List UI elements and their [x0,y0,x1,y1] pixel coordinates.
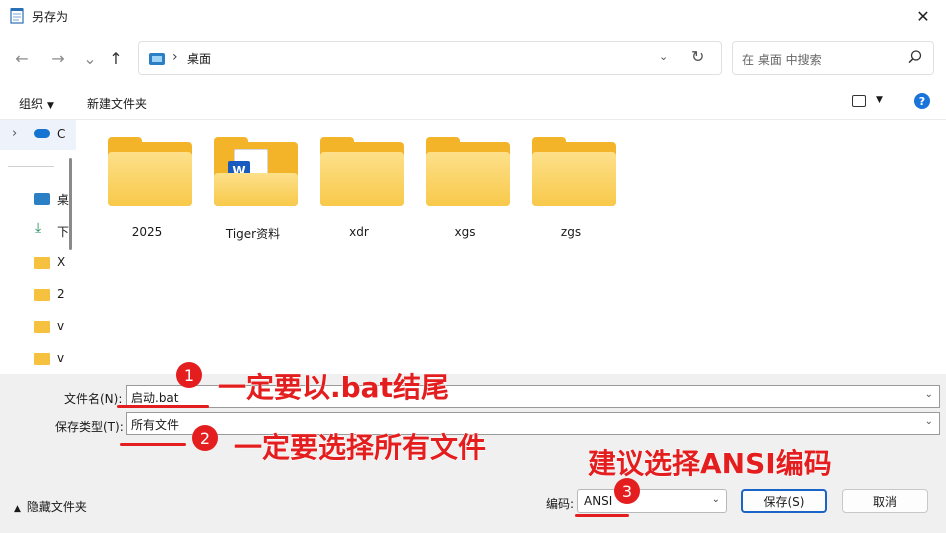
filetype-value: 所有文件 [131,418,180,432]
up-button[interactable]: ↑ [104,46,128,70]
filetype-label: 保存类型(T): [55,420,124,434]
caret-down-icon: ▼ [47,101,54,111]
search-icon [908,50,922,64]
chevron-down-icon[interactable]: ⌄ [925,416,933,427]
hide-folders-button[interactable]: ▲ 隐藏文件夹 [14,498,87,515]
recent-locations-button[interactable]: ⌄ [78,46,102,70]
close-icon: ✕ [916,6,930,26]
command-toolbar: 组织 ▼ 新建文件夹 ▼ [0,84,946,120]
address-history-chevron-icon[interactable]: ⌄ [659,50,668,63]
annotation-text-1: 一定要以.bat结尾 [218,371,450,405]
annotation-text-2: 一定要选择所有文件 [233,431,487,465]
desktop-icon [149,53,165,65]
filename-value: 启动.bat [131,391,179,405]
organize-button[interactable]: 组织 ▼ [19,95,54,112]
caret-up-icon: ▲ [14,504,21,514]
onedrive-icon [34,129,50,138]
sidebar-item-label: 桌 [57,193,70,207]
arrow-up-icon: ↑ [109,48,123,68]
breadcrumb-location[interactable]: 桌面 [187,50,211,67]
help-icon: ? [918,94,926,108]
download-arrow-icon: ⤓ [35,220,42,236]
folder-name: xdr [349,225,369,239]
folder-item[interactable]: W Tiger资料 [208,137,298,247]
encoding-label: 编码: [546,497,575,511]
encoding-value: ANSI [584,494,613,508]
chevron-down-icon: ⌄ [83,48,97,68]
organize-label: 组织 [19,97,44,111]
sidebar-item-folder[interactable]: 2 [0,280,76,310]
back-button[interactable]: ← [10,46,34,70]
new-folder-button[interactable]: 新建文件夹 [87,95,147,112]
cancel-button[interactable]: 取消 [842,489,928,513]
sidebar-item-folder[interactable]: v [0,344,76,374]
encoding-select[interactable]: ANSI ⌄ [577,489,727,513]
folder-icon [34,289,50,301]
view-mode-icon[interactable] [852,95,866,107]
folder-name: xgs [454,225,476,239]
save-button[interactable]: 保存(S) [741,489,827,513]
sidebar-item-label: 下 [57,225,70,239]
sidebar-item-downloads[interactable]: ⤓ 下 [0,216,76,246]
chevron-down-icon[interactable]: ⌄ [925,389,933,400]
folder-icon [34,257,50,269]
folder-icon [34,353,50,365]
sidebar-item-label: C [57,127,66,141]
folder-item[interactable]: xdr [314,137,404,247]
arrow-left-icon: ← [15,48,29,68]
hide-folders-label: 隐藏文件夹 [26,500,87,514]
sidebar-item-label: 2 [57,287,65,301]
chevron-down-icon: ⌄ [711,494,720,505]
forward-button[interactable]: → [46,46,70,70]
sidebar-item-folder[interactable]: X [0,248,76,278]
new-folder-label: 新建文件夹 [87,97,148,111]
annotation-number-3: 3 [614,478,640,504]
folder-name: Tiger资料 [225,227,281,241]
notepad-icon [10,8,24,24]
search-placeholder: 在 桌面 中搜索 [742,53,822,67]
sidebar-item-label: v [57,351,65,365]
annotation-text-3: 建议选择ANSI编码 [588,447,833,481]
refresh-icon[interactable]: ↻ [691,47,704,66]
filename-label: 文件名(N): [64,392,123,406]
folder-name: 2025 [131,225,163,239]
sidebar-divider [8,166,54,167]
navigation-bar: ← → ⌄ ↑ › 桌面 ⌄ ↻ 在 桌面 中搜索 [0,32,946,84]
help-button[interactable]: ? [914,93,930,109]
folder-item[interactable]: zgs [526,137,616,247]
title-bar: 另存为 ✕ [0,0,946,32]
annotation-underline-3 [575,514,629,517]
desktop-icon [34,193,50,205]
annotation-underline-1 [117,405,209,408]
sidebar-scrollbar[interactable] [69,158,72,250]
sidebar-item-folder[interactable]: v [0,312,76,342]
folder-item[interactable]: xgs [420,137,510,247]
folder-name: zgs [560,225,582,239]
search-box[interactable]: 在 桌面 中搜索 [732,41,934,75]
close-button[interactable]: ✕ [900,0,946,32]
breadcrumb-separator-icon: › [172,49,178,65]
expand-chevron-icon[interactable]: › [12,126,17,141]
sidebar-item-label: X [57,255,66,269]
window-title: 另存为 [32,10,69,24]
annotation-underline-2 [120,443,186,446]
folder-icon [34,321,50,333]
address-bar[interactable]: › 桌面 ⌄ ↻ [138,41,722,75]
annotation-number-1: 1 [176,362,202,388]
sidebar-item-desktop[interactable]: 桌 [0,184,76,214]
file-list: 2025 W Tiger资料 xdr xgs zgs [78,120,946,374]
folder-item[interactable]: 2025 [102,137,192,247]
view-options-caret-icon[interactable]: ▼ [876,95,883,105]
sidebar-item-label: v [57,319,65,333]
annotation-number-2: 2 [192,425,218,451]
sidebar-item-onedrive[interactable]: › C [0,120,76,150]
arrow-right-icon: → [51,48,65,68]
navigation-pane: › C 桌 ⤓ 下 X 2 v v [0,120,76,374]
